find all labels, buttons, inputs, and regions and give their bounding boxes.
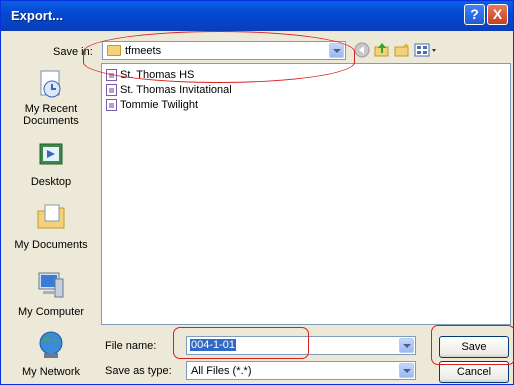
- desktop-icon: [35, 140, 67, 172]
- place-label: My Documents: [14, 239, 88, 251]
- save-button[interactable]: Save: [439, 336, 509, 358]
- place-my-network[interactable]: My Network: [5, 329, 97, 378]
- place-my-recent-documents[interactable]: My Recent Documents: [5, 69, 97, 127]
- place-label: My Recent Documents: [23, 103, 79, 127]
- place-label: My Computer: [17, 306, 85, 318]
- file-icon: [106, 84, 117, 96]
- chevron-down-icon[interactable]: [399, 338, 414, 353]
- chevron-down-icon[interactable]: [399, 363, 414, 378]
- save-as-type-value: All Files (*.*): [191, 365, 252, 377]
- chevron-down-icon[interactable]: [329, 43, 344, 58]
- save-as-type-dropdown[interactable]: All Files (*.*): [186, 361, 416, 380]
- file-icon: [106, 99, 117, 111]
- new-folder-icon[interactable]: [394, 42, 410, 58]
- back-icon[interactable]: [354, 42, 370, 58]
- file-name-label: File name:: [105, 340, 157, 352]
- help-button[interactable]: ?: [464, 4, 485, 25]
- save-in-dropdown[interactable]: tfmeets: [102, 41, 346, 60]
- file-name-value: 004-1-01: [190, 339, 237, 351]
- up-folder-icon[interactable]: [374, 42, 390, 58]
- save-in-label: Save in:: [53, 46, 93, 58]
- place-my-computer[interactable]: My Computer: [5, 269, 97, 318]
- my-documents-icon: [35, 201, 67, 233]
- my-computer-icon: [35, 269, 67, 301]
- place-label: Desktop: [30, 176, 72, 188]
- place-label: My Network: [21, 366, 81, 378]
- place-desktop[interactable]: Desktop: [5, 140, 97, 188]
- views-menu-icon[interactable]: [414, 42, 438, 58]
- save-as-type-label: Save as type:: [105, 365, 172, 377]
- title-bar[interactable]: Export... ? X: [1, 1, 513, 31]
- my-network-icon: [35, 329, 67, 361]
- recent-documents-icon: [35, 69, 67, 101]
- cancel-button[interactable]: Cancel: [439, 361, 509, 383]
- save-in-value: tfmeets: [125, 45, 162, 57]
- places-bar: My Recent Documents Desktop My Documents…: [5, 64, 97, 384]
- folder-icon: [107, 45, 121, 56]
- export-dialog: Export... ? X Save in: tfmeets My Recent…: [0, 0, 514, 385]
- file-list[interactable]: St. Thomas HS St. Thomas Invitational To…: [101, 63, 511, 325]
- file-name-field[interactable]: 004-1-01: [186, 336, 416, 355]
- window-title: Export...: [11, 8, 64, 23]
- place-my-documents[interactable]: My Documents: [5, 201, 97, 251]
- close-button[interactable]: X: [487, 4, 508, 25]
- file-icon: [106, 69, 117, 81]
